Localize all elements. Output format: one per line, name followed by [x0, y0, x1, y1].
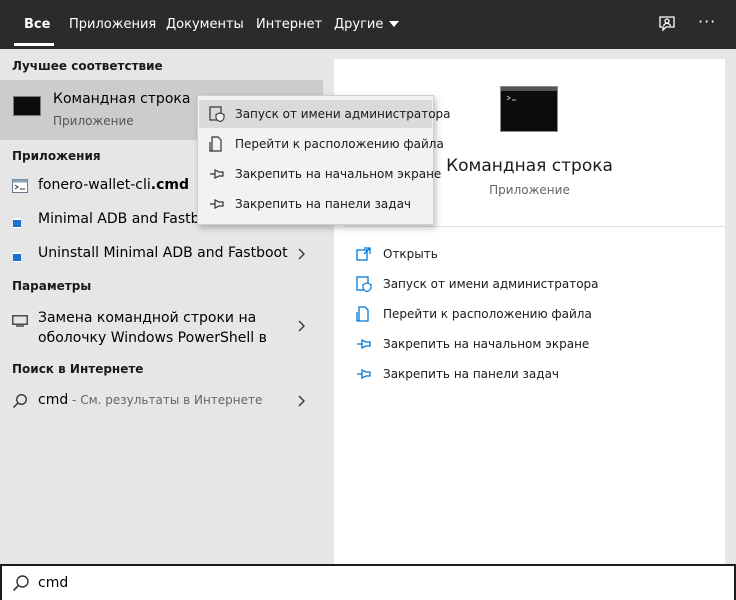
search-scope-bar: Все Приложения Документы Интернет Другие… [0, 0, 736, 49]
best-match-title: Командная строка [53, 91, 191, 107]
chevron-right-icon[interactable] [295, 320, 307, 332]
pin-icon [357, 368, 371, 380]
app-name: Uninstall Minimal ADB and Fastboot [38, 245, 288, 261]
monitor-icon [12, 312, 28, 327]
tab-all[interactable]: Все [24, 0, 50, 49]
action-label: Перейти к расположению файла [383, 307, 592, 321]
menu-item-pin-to-start[interactable]: Закрепить на начальном экране [199, 160, 441, 188]
search-box [0, 564, 736, 600]
web-hint: - См. результаты в Интернете [68, 393, 263, 407]
app-name-match: .cmd [150, 177, 189, 193]
action-label: Открыть [383, 247, 438, 261]
terminal-icon [13, 96, 41, 116]
setting-line-2: оболочку Windows PowerShell в [38, 330, 267, 346]
list-item-uninstall-adb[interactable]: Uninstall Minimal ADB and Fastboot [0, 239, 323, 269]
context-menu: Запуск от имени администратора Перейти к… [197, 95, 451, 225]
pin-icon [357, 338, 371, 350]
action-label: Закрепить на начальном экране [383, 337, 590, 351]
search-icon [12, 393, 28, 409]
menu-item-label: Закрепить на панели задач [235, 197, 412, 211]
search-icon [12, 575, 29, 592]
app-name: Minimal ADB and Fastboot [38, 211, 223, 227]
adb-app-icon [11, 214, 23, 230]
shield-icon [356, 276, 372, 292]
setting-line-1: Замена командной строки на [38, 310, 257, 326]
adb-app-icon [11, 248, 23, 264]
tab-web[interactable]: Интернет [256, 0, 322, 49]
chevron-right-icon[interactable] [295, 395, 307, 407]
menu-item-open-file-location[interactable]: Перейти к расположению файла [199, 130, 444, 158]
list-item-powershell-setting[interactable]: Замена командной строки на оболочку Wind… [0, 303, 323, 349]
active-tab-indicator [14, 43, 54, 46]
pin-icon [210, 199, 224, 209]
action-label: Закрепить на панели задач [383, 367, 560, 381]
menu-item-label: Перейти к расположению файла [235, 137, 444, 151]
apps-heading: Приложения [12, 149, 101, 163]
menu-item-pin-to-taskbar[interactable]: Закрепить на панели задач [199, 190, 432, 218]
file-location-icon [209, 136, 222, 152]
menu-item-label: Запуск от имени администратора [235, 107, 451, 121]
action-label: Запуск от имени администратора [383, 277, 599, 291]
feedback-icon[interactable] [657, 14, 677, 34]
tab-more-label: Другие [334, 17, 384, 32]
script-file-icon [12, 178, 28, 193]
file-location-icon [356, 306, 369, 322]
pin-icon [210, 169, 224, 179]
tab-apps[interactable]: Приложения [69, 0, 156, 49]
open-icon [356, 247, 371, 261]
best-match-subtitle: Приложение [53, 114, 134, 128]
web-query: cmd [38, 392, 69, 408]
tab-more[interactable]: Другие [334, 0, 400, 49]
search-input[interactable] [38, 570, 638, 596]
app-name: fonero-wallet-cli [38, 177, 151, 193]
chevron-down-icon [389, 20, 400, 27]
menu-item-label: Закрепить на начальном экране [235, 167, 442, 181]
chevron-right-icon[interactable] [295, 248, 307, 260]
menu-item-run-as-admin[interactable]: Запуск от имени администратора [199, 100, 451, 128]
best-match-heading: Лучшее соответствие [12, 59, 163, 73]
terminal-icon [500, 86, 558, 132]
divider [344, 226, 725, 227]
tab-documents[interactable]: Документы [166, 0, 244, 49]
shield-icon [209, 106, 225, 122]
web-search-heading: Поиск в Интернете [12, 362, 144, 376]
more-options-icon[interactable]: ··· [698, 12, 718, 32]
settings-heading: Параметры [12, 279, 92, 293]
list-item-web-search[interactable]: cmd - См. результаты в Интернете [0, 386, 323, 416]
